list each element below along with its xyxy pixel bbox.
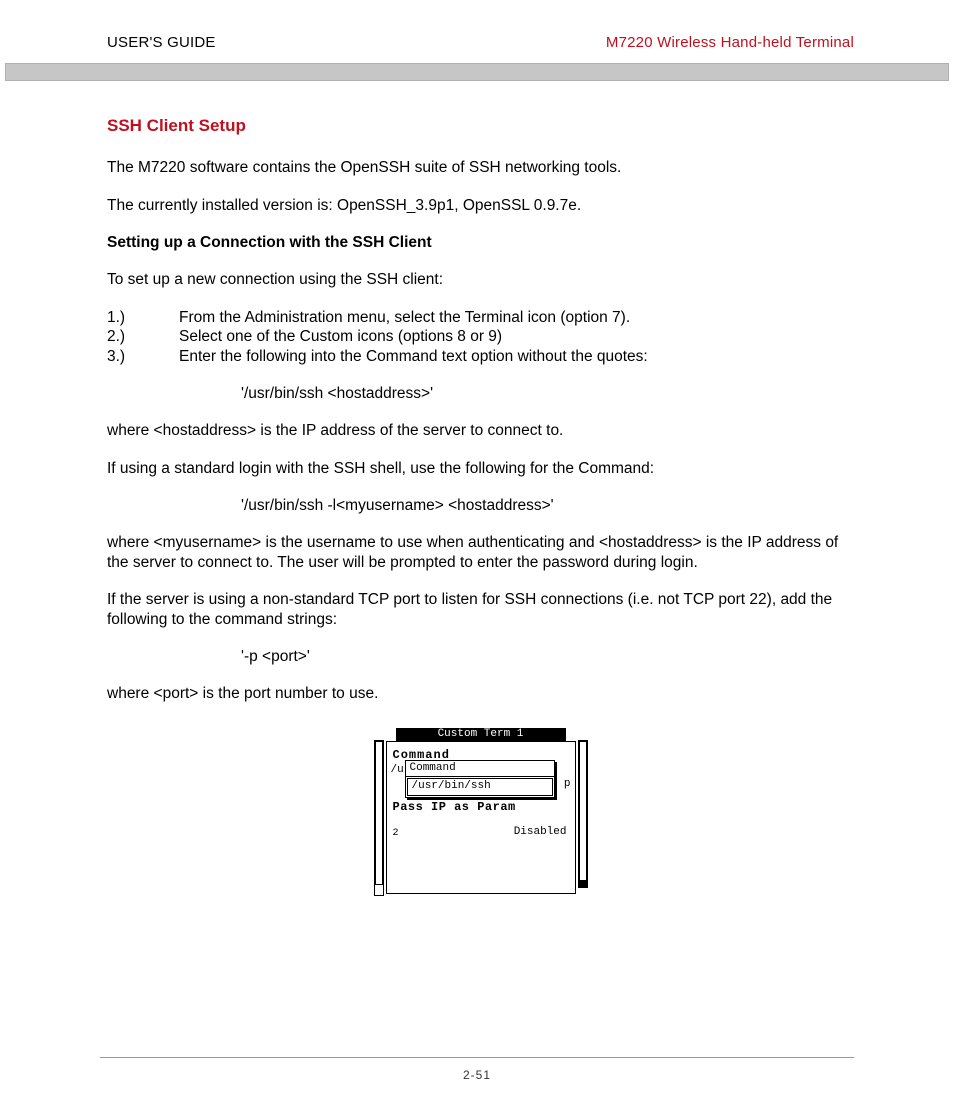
list-item: 2.) Select one of the Custom icons (opti… (107, 327, 854, 346)
step-number: 3.) (107, 347, 179, 366)
list-item: 3.) Enter the following into the Command… (107, 347, 854, 366)
device-screen: Command /u p Command /usr/bin/ssh Pass I… (386, 741, 576, 894)
paragraph: If the server is using a non-standard TC… (107, 590, 854, 629)
command-example: '/usr/bin/ssh <hostaddress>' (107, 384, 854, 403)
page-number: 2-51 (0, 1068, 954, 1082)
header-product-label: M7220 Wireless Hand-held Terminal (606, 34, 854, 51)
figure-container: Custom Term 1 Command /u p Command /usr/… (107, 726, 854, 898)
paragraph: To set up a new connection using the SSH… (107, 270, 854, 289)
paragraph: The M7220 software contains the OpenSSH … (107, 158, 854, 177)
device-left-rail (374, 740, 384, 888)
device-index-number: 2 (393, 828, 399, 841)
paragraph: If using a standard login with the SSH s… (107, 459, 854, 478)
subsection-heading: Setting up a Connection with the SSH Cli… (107, 233, 854, 252)
step-text: From the Administration menu, select the… (179, 308, 630, 327)
device-titlebar: Custom Term 1 (396, 728, 566, 741)
step-number: 2.) (107, 327, 179, 346)
device-right-rail (578, 740, 588, 888)
device-bg-text-left: /u (391, 764, 404, 778)
header-guide-label: USER'S GUIDE (107, 34, 216, 51)
step-text: Select one of the Custom icons (options … (179, 327, 502, 346)
paragraph: where <myusername> is the username to us… (107, 533, 854, 572)
paragraph: where <port> is the port number to use. (107, 684, 854, 703)
device-disabled-label: Disabled (514, 826, 567, 840)
device-popup-value: /usr/bin/ssh (407, 778, 553, 796)
device-pass-ip-label: Pass IP as Param (393, 800, 516, 815)
paragraph: where <hostaddress> is the IP address of… (107, 421, 854, 440)
step-text: Enter the following into the Command tex… (179, 347, 648, 366)
device-popup: Command /usr/bin/ssh (405, 760, 555, 799)
document-page: USER'S GUIDE M7220 Wireless Hand-held Te… (0, 0, 954, 1112)
step-number: 1.) (107, 308, 179, 327)
command-example: '-p <port>' (107, 647, 854, 666)
device-bg-text-right: p (564, 778, 571, 792)
step-list: 1.) From the Administration menu, select… (107, 308, 854, 366)
content-area: SSH Client Setup The M7220 software cont… (0, 81, 954, 898)
list-item: 1.) From the Administration menu, select… (107, 308, 854, 327)
footer-divider (100, 1057, 854, 1058)
header-divider-bar (5, 63, 949, 81)
device-screenshot: Custom Term 1 Command /u p Command /usr/… (368, 726, 594, 898)
page-header: USER'S GUIDE M7220 Wireless Hand-held Te… (0, 0, 954, 63)
command-example: '/usr/bin/ssh -l<myusername> <hostaddres… (107, 496, 854, 515)
device-popup-label: Command (406, 761, 554, 778)
section-title: SSH Client Setup (107, 115, 854, 136)
paragraph: The currently installed version is: Open… (107, 196, 854, 215)
